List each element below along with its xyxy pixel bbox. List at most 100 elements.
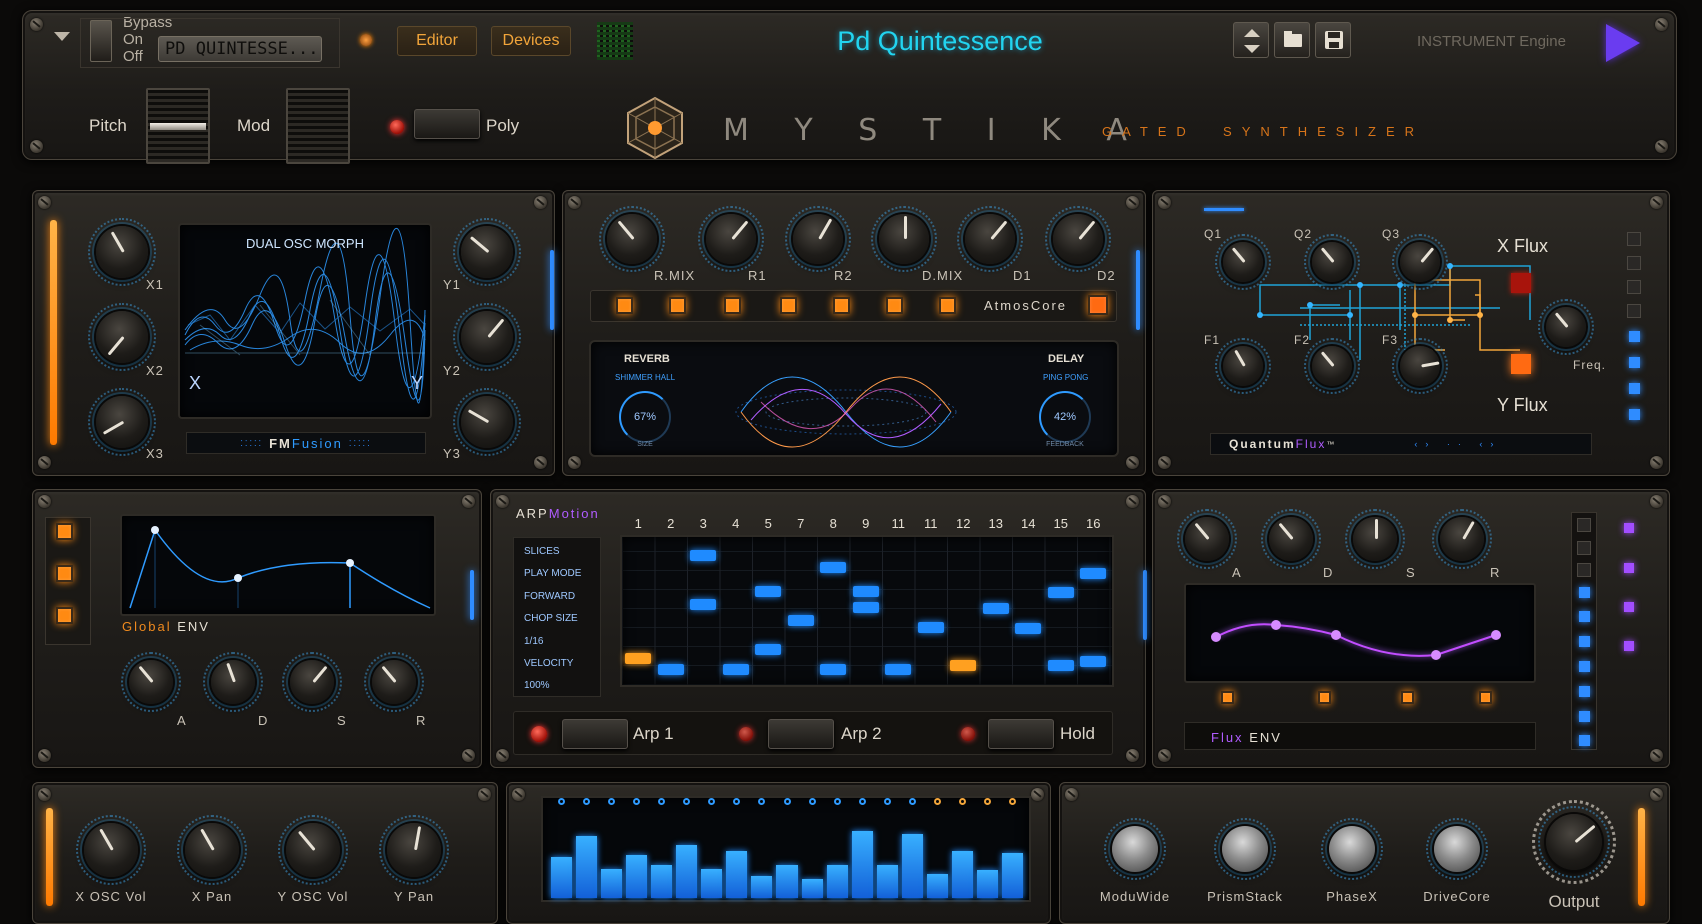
flux-a-knob[interactable] xyxy=(1177,509,1237,569)
drivecore-knob[interactable] xyxy=(1426,818,1488,880)
x2-knob[interactable] xyxy=(88,303,156,371)
flux-led-5[interactable] xyxy=(1579,611,1590,622)
preset-stepper[interactable] xyxy=(1233,22,1269,58)
pitch-wheel[interactable] xyxy=(146,88,210,164)
arp-note[interactable] xyxy=(755,643,781,655)
mod-wheel[interactable] xyxy=(286,88,350,164)
arp-note[interactable] xyxy=(1015,623,1041,635)
r1-knob[interactable] xyxy=(698,206,764,272)
x-flux-pad[interactable] xyxy=(1511,273,1531,293)
flux-pad-4[interactable] xyxy=(1479,691,1492,704)
hold-switch[interactable] xyxy=(988,719,1054,749)
atmos-pad-4[interactable] xyxy=(780,297,797,314)
flux-purple-1[interactable] xyxy=(1624,523,1634,533)
arp-param-forward[interactable]: FORWARD xyxy=(524,586,590,608)
devices-button[interactable]: Devices xyxy=(491,26,571,56)
arp-note[interactable] xyxy=(950,659,976,671)
arp-note[interactable] xyxy=(852,585,879,597)
x1-knob[interactable] xyxy=(88,218,156,286)
y-pan-knob[interactable] xyxy=(379,815,449,885)
prismstack-knob[interactable] xyxy=(1214,818,1276,880)
arp-note[interactable] xyxy=(820,663,846,675)
atmos-pad-6[interactable] xyxy=(886,297,903,314)
global-pad-3[interactable] xyxy=(56,607,73,624)
flux-pad-2[interactable] xyxy=(1318,691,1331,704)
flux-led-10[interactable] xyxy=(1579,735,1590,746)
arp-param-116[interactable]: 1/16 xyxy=(524,631,590,653)
save-icon[interactable] xyxy=(1315,22,1351,58)
flux-r-knob[interactable] xyxy=(1432,509,1492,569)
phasex-knob[interactable] xyxy=(1321,818,1383,880)
arp-note[interactable] xyxy=(690,549,716,561)
arp-note[interactable] xyxy=(1047,659,1074,671)
arp1-switch[interactable] xyxy=(562,719,628,749)
quantum-led-7[interactable] xyxy=(1629,383,1640,394)
y2-knob[interactable] xyxy=(453,303,521,371)
arp-note[interactable] xyxy=(1080,655,1106,667)
freq-knob[interactable] xyxy=(1538,299,1594,355)
global-s-knob[interactable] xyxy=(282,652,342,712)
flux-led-4[interactable] xyxy=(1579,587,1590,598)
flux-purple-3[interactable] xyxy=(1624,602,1634,612)
q1-knob[interactable] xyxy=(1215,234,1271,290)
f3-knob[interactable] xyxy=(1392,338,1448,394)
x-pan-knob[interactable] xyxy=(177,815,247,885)
y-osc-vol-knob[interactable] xyxy=(278,815,348,885)
flux-purple-4[interactable] xyxy=(1624,641,1634,651)
flux-led-9[interactable] xyxy=(1579,711,1590,722)
arp-note[interactable] xyxy=(690,599,716,611)
r2-knob[interactable] xyxy=(785,206,851,272)
arp-note[interactable] xyxy=(755,585,781,597)
arp-note[interactable] xyxy=(885,663,911,675)
global-d-knob[interactable] xyxy=(203,652,263,712)
flux-s-knob[interactable] xyxy=(1345,509,1405,569)
flux-pad-3[interactable] xyxy=(1401,691,1414,704)
arp-param-100[interactable]: 100% xyxy=(524,675,590,697)
arp-note[interactable] xyxy=(1080,568,1106,580)
y1-knob[interactable] xyxy=(453,218,521,286)
flux-pad-1[interactable] xyxy=(1221,691,1234,704)
flux-led-8[interactable] xyxy=(1579,686,1590,697)
flux-d-knob[interactable] xyxy=(1261,509,1321,569)
rmix-knob[interactable] xyxy=(599,206,665,272)
quantum-led-5[interactable] xyxy=(1629,331,1640,342)
atmos-pad-7[interactable] xyxy=(939,297,956,314)
arrow-down-icon[interactable] xyxy=(1244,45,1260,53)
quantum-led-8[interactable] xyxy=(1629,409,1640,420)
q3-knob[interactable] xyxy=(1392,234,1448,290)
atmos-pad-1[interactable] xyxy=(616,297,633,314)
arp-note[interactable] xyxy=(722,663,749,675)
arp-note[interactable] xyxy=(787,615,814,627)
d2-knob[interactable] xyxy=(1045,206,1111,272)
global-r-knob[interactable] xyxy=(364,652,424,712)
arp-note[interactable] xyxy=(820,561,846,573)
arp-note[interactable] xyxy=(852,601,879,613)
menu-arrow-icon[interactable] xyxy=(54,32,70,41)
y-flux-pad[interactable] xyxy=(1511,354,1531,374)
global-pad-2[interactable] xyxy=(56,565,73,582)
atmos-pad-3[interactable] xyxy=(724,297,741,314)
f1-knob[interactable] xyxy=(1215,338,1271,394)
quantum-led-6[interactable] xyxy=(1629,357,1640,368)
atmos-pad-5[interactable] xyxy=(833,297,850,314)
q2-knob[interactable] xyxy=(1304,234,1360,290)
x3-knob[interactable] xyxy=(88,388,156,456)
x-osc-vol-knob[interactable] xyxy=(76,815,146,885)
folder-icon[interactable] xyxy=(1274,22,1310,58)
global-a-knob[interactable] xyxy=(121,652,181,712)
arp-note[interactable] xyxy=(625,652,651,664)
arrow-up-icon[interactable] xyxy=(1244,29,1260,37)
arp-note[interactable] xyxy=(917,622,944,634)
arp-note[interactable] xyxy=(657,663,684,675)
editor-button[interactable]: Editor xyxy=(397,26,477,56)
arp2-switch[interactable] xyxy=(768,719,834,749)
poly-switch[interactable] xyxy=(414,109,480,139)
f2-knob[interactable] xyxy=(1304,338,1360,394)
dmix-knob[interactable] xyxy=(871,206,937,272)
atmos-enable-pad[interactable] xyxy=(1088,295,1108,315)
flux-led-7[interactable] xyxy=(1579,661,1590,672)
moduwide-knob[interactable] xyxy=(1104,818,1166,880)
atmos-pad-2[interactable] xyxy=(669,297,686,314)
arp-note[interactable] xyxy=(982,603,1009,615)
flux-led-6[interactable] xyxy=(1579,636,1590,647)
